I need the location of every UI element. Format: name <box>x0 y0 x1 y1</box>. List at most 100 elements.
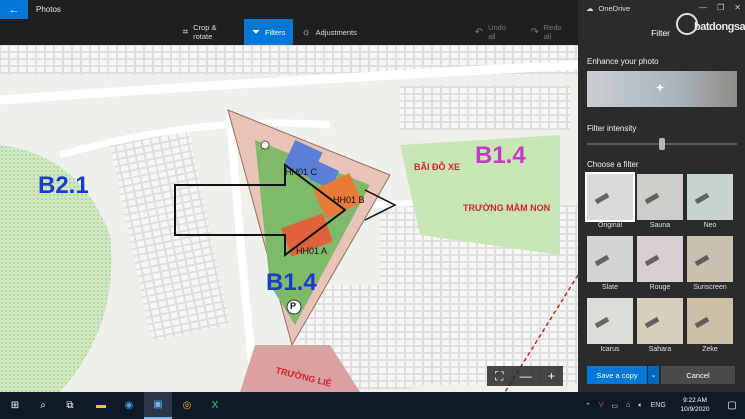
filter-thumb-rouge[interactable] <box>637 236 683 282</box>
site-plan-map <box>0 45 578 392</box>
filter-thumb-sahara[interactable] <box>637 298 683 344</box>
title-bar: ← Photos <box>0 0 578 19</box>
intensity-label: Filter intensity <box>587 124 637 133</box>
photos-button[interactable]: ▣ <box>144 392 172 419</box>
label-hh01c: HH01 C <box>285 167 318 177</box>
filter-label: Zeke <box>702 346 718 353</box>
filter-thumb-slate[interactable] <box>587 236 633 282</box>
chrome-button[interactable]: ◎ <box>174 392 200 419</box>
fit-screen-icon[interactable]: ⛶ <box>495 369 503 384</box>
redo-icon: ↷ <box>530 26 539 38</box>
label-b14-bottom: B1.4 <box>266 269 317 296</box>
filter-thumb-sauna[interactable] <box>637 174 683 220</box>
chevron-down-icon: ⌄ <box>650 372 657 379</box>
watermark-logo: batdongsan <box>676 10 745 40</box>
filter-label: Icarus <box>600 346 620 353</box>
excel-icon: X <box>211 400 219 411</box>
filter-label: Slate <box>602 284 618 291</box>
label-school: TRƯỜNG MẦM NON <box>463 203 551 213</box>
back-arrow-icon: ← <box>8 3 20 16</box>
filter-thumb-original[interactable] <box>585 172 635 222</box>
save-options-dropdown[interactable]: ⌄ <box>647 366 659 384</box>
label-hh01b: HH01 B <box>333 195 365 205</box>
edit-toolbar: ⌗ Crop & rotate ⏷ Filters ☼ Adjustments … <box>0 19 578 45</box>
sun-icon: ☼ <box>301 26 311 38</box>
back-button[interactable]: ← <box>0 0 28 19</box>
parking-symbol: P <box>290 301 297 311</box>
chevron-up-icon[interactable]: ⌃ <box>585 402 591 410</box>
network-icon[interactable]: ⌂ <box>626 402 630 409</box>
zoom-in-button[interactable]: + <box>548 369 555 383</box>
cloud-icon: ☁ <box>586 4 594 13</box>
filter-label: Sahara <box>648 346 672 353</box>
filter-thumb-preview <box>694 192 710 205</box>
filter-thumb-sunscreen[interactable] <box>687 236 733 282</box>
filter-thumb-zeke[interactable] <box>687 298 733 344</box>
label-b14-top: B1.4 <box>475 142 526 169</box>
clock-date: 10/9/2020 <box>680 406 710 413</box>
battery-icon[interactable]: ▭ <box>612 402 619 410</box>
language-indicator[interactable]: ENG <box>651 402 666 409</box>
filter-label: Sunscreen <box>693 284 727 291</box>
app-title: Photos <box>36 5 61 14</box>
filter-label: Original <box>597 222 623 229</box>
onedrive-status[interactable]: ☁ OneDrive <box>586 4 630 13</box>
filter-label: Sauna <box>649 222 671 229</box>
search-icon: ⌕ <box>40 400 46 411</box>
file-explorer-button[interactable]: ▬ <box>88 392 114 419</box>
filter-label: Rouge <box>649 284 671 291</box>
filter-thumb-preview <box>694 254 710 267</box>
label-b21: B2.1 <box>38 172 89 199</box>
search-button[interactable]: ⌕ <box>30 392 56 419</box>
windows-icon: ⊞ <box>10 400 20 411</box>
excel-button[interactable]: X <box>202 392 228 419</box>
notifications-button[interactable]: ▢ <box>722 392 742 419</box>
folder-icon: ▬ <box>96 400 106 411</box>
volume-icon[interactable]: 🔈︎ <box>638 402 642 410</box>
label-parking-lot: BÃI ĐỖ XE <box>414 162 461 172</box>
undo-all-button[interactable]: ↶ Undo all <box>467 19 523 45</box>
panel-title: Filter <box>651 28 670 38</box>
filter-thumb-preview <box>644 192 660 205</box>
filter-thumb-preview <box>644 316 660 329</box>
filter-panel: ☁ OneDrive — ❐ ✕ batdongsan Filter Enhan… <box>578 0 745 392</box>
task-view-button[interactable]: ⧉ <box>56 392 84 419</box>
zoom-out-button[interactable]: — <box>520 369 532 383</box>
label-hh01a: HH01 A <box>296 246 328 256</box>
filter-label: Neo <box>703 222 717 229</box>
clock-time: 9:22 AM <box>683 397 707 404</box>
filter-thumb-preview <box>594 316 610 329</box>
redo-all-button[interactable]: ↷ Redo all <box>522 19 578 45</box>
app-tray-icon[interactable]: V <box>599 402 604 409</box>
intensity-slider-thumb[interactable] <box>659 138 665 150</box>
start-button[interactable]: ⊞ <box>0 392 30 419</box>
filter-thumb-preview <box>694 316 710 329</box>
edge-button[interactable]: ◉ <box>116 392 142 419</box>
photos-icon: ▣ <box>153 399 163 410</box>
magic-wand-icon: ✦ <box>655 81 666 95</box>
taskbar: ⊞ ⌕ ⧉ ▬ ◉ ▣ ◎ X ⌃ V ▭ ⌂ 🔈︎ ENG 9:22 AM 1… <box>0 392 745 419</box>
enhance-photo-toggle[interactable]: ✦ <box>587 71 737 107</box>
crop-rotate-button[interactable]: ⌗ Crop & rotate <box>174 19 244 45</box>
filter-thumb-icarus[interactable] <box>587 298 633 344</box>
filter-thumb-preview <box>644 254 660 267</box>
edge-icon: ◉ <box>124 400 134 411</box>
photo-canvas[interactable]: B2.1 B1.4 B1.4 BÃI ĐỖ XE TRƯỜNG MẦM NON … <box>0 45 578 392</box>
choose-filter-label: Choose a filter <box>587 160 639 169</box>
zoom-controls: ⛶ — + <box>487 366 563 386</box>
chrome-icon: ◎ <box>182 400 192 411</box>
filter-thumb-neo[interactable] <box>687 174 733 220</box>
taskbar-clock[interactable]: 9:22 AM 10/9/2020 <box>678 396 712 414</box>
filters-button[interactable]: ⏷ Filters <box>244 19 294 45</box>
enhance-label: Enhance your photo <box>587 57 659 66</box>
system-tray: ⌃ V ▭ ⌂ 🔈︎ ENG <box>585 392 666 419</box>
adjustments-button[interactable]: ☼ Adjustments <box>293 19 364 45</box>
cancel-button[interactable]: Cancel <box>661 366 735 384</box>
filter-icon: ⏷ <box>252 26 261 38</box>
task-view-icon: ⧉ <box>66 400 74 411</box>
save-copy-button[interactable]: Save a copy <box>587 366 647 384</box>
filter-thumb-preview <box>594 254 610 267</box>
filter-thumb-preview <box>594 192 610 205</box>
crop-icon: ⌗ <box>182 26 189 38</box>
notification-icon: ▢ <box>727 400 737 411</box>
